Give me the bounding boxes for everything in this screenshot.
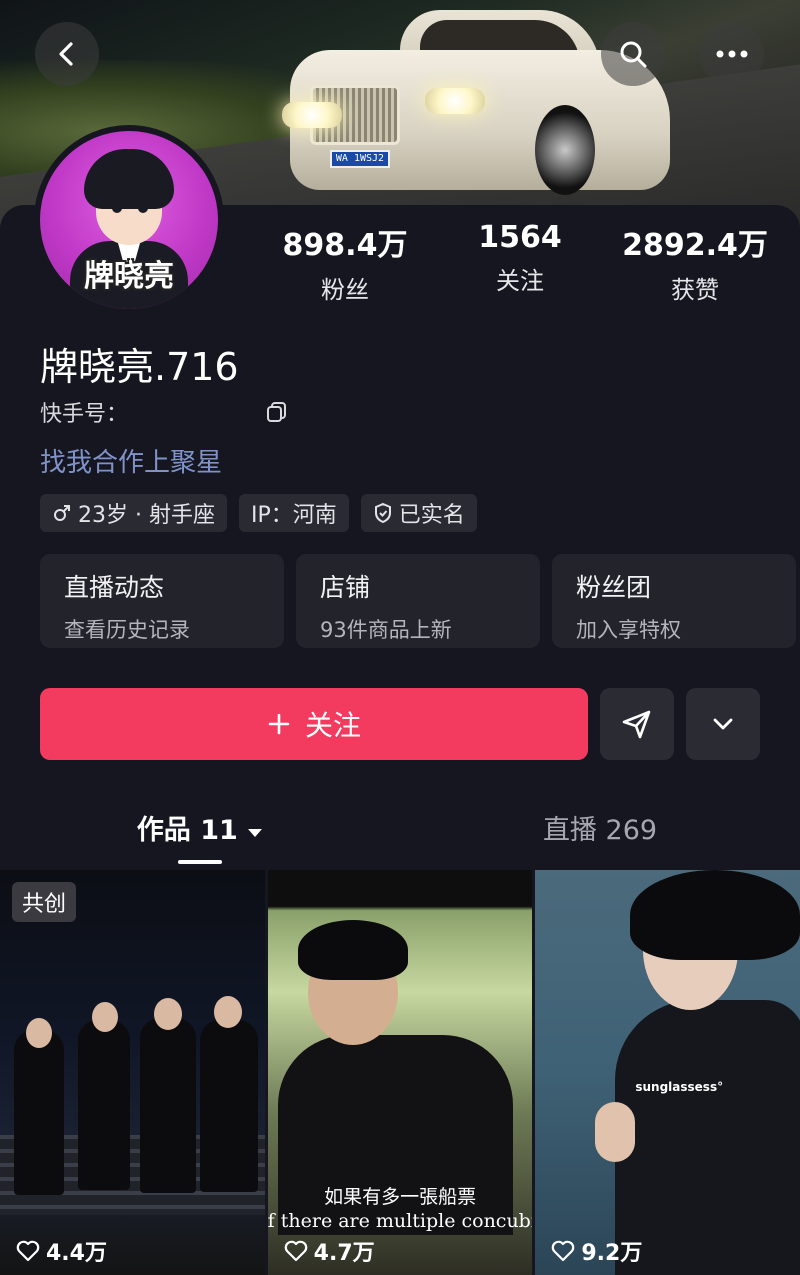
heart-icon bbox=[16, 1240, 40, 1262]
shield-check-icon bbox=[374, 502, 391, 524]
tag-age: 23岁 · 射手座 bbox=[40, 494, 227, 532]
heart-icon bbox=[284, 1240, 307, 1262]
card-subtitle: 查看历史记录 bbox=[64, 618, 190, 642]
card-fan-club[interactable]: 粉丝团 加入享特权 bbox=[552, 554, 796, 648]
stat-value: 1564 bbox=[478, 220, 562, 255]
card-title: 直播动态 bbox=[64, 573, 165, 602]
video-thumbnail[interactable]: 如果有多一張船票 f there are multiple concubine … bbox=[267, 870, 533, 1275]
tag-verified: 已实名 bbox=[360, 494, 477, 532]
like-count: 4.4万 bbox=[16, 1235, 107, 1267]
caret-down-icon bbox=[248, 829, 263, 837]
more-button[interactable] bbox=[700, 22, 764, 86]
stat-label: 粉丝 bbox=[321, 276, 369, 304]
stat-following[interactable]: 1564 关注 bbox=[435, 220, 605, 305]
chevron-left-icon bbox=[59, 42, 73, 66]
search-icon bbox=[620, 41, 647, 68]
like-count-text: 9.2万 bbox=[581, 1241, 643, 1266]
kuaishou-id-label: 快手号： bbox=[40, 402, 129, 427]
follow-label: 关注 bbox=[304, 709, 361, 742]
card-shop[interactable]: 店铺 93件商品上新 bbox=[296, 554, 540, 648]
copy-icon[interactable] bbox=[266, 401, 288, 423]
stat-label: 关注 bbox=[496, 267, 544, 295]
active-tab-indicator bbox=[178, 860, 222, 864]
card-subtitle: 93件商品上新 bbox=[320, 618, 452, 642]
like-count: 9.2万 bbox=[551, 1235, 642, 1267]
stat-label: 获赞 bbox=[671, 276, 719, 304]
feature-cards: 直播动态 查看历史记录 店铺 93件商品上新 粉丝团 加入享特权 bbox=[40, 554, 796, 648]
masked-id bbox=[138, 402, 258, 422]
video-subtitle-en: f there are multiple concubine bbox=[267, 1210, 533, 1232]
plus-icon bbox=[268, 713, 290, 735]
chevron-down-icon bbox=[713, 718, 733, 730]
stat-value: 898.4万 bbox=[282, 228, 408, 263]
tab-works-label: 作品 11 bbox=[136, 815, 238, 846]
license-plate: WA 1WSJ2 bbox=[330, 150, 390, 168]
tag-ip-text: IP：河南 bbox=[250, 503, 337, 528]
content-tabs: 作品 11 直播 269 bbox=[0, 808, 800, 870]
video-subtitle-cn: 如果有多一張船票 bbox=[324, 1186, 477, 1208]
tag-age-text: 23岁 · 射手座 bbox=[78, 503, 215, 528]
card-title: 粉丝团 bbox=[576, 573, 652, 602]
kuaishou-id: 快手号： bbox=[40, 396, 288, 428]
like-count-text: 4.4万 bbox=[46, 1241, 107, 1266]
username: 牌晓亮.716 bbox=[40, 345, 239, 389]
back-button[interactable] bbox=[35, 22, 99, 86]
video-thumbnail[interactable]: sunglassess° 9.2万 bbox=[535, 870, 800, 1275]
like-count-text: 4.7万 bbox=[313, 1241, 375, 1266]
more-dots-icon bbox=[716, 50, 748, 58]
tab-live[interactable]: 直播 269 bbox=[400, 808, 800, 870]
follow-button[interactable]: 关注 bbox=[40, 688, 588, 760]
profile-stats: 898.4万 粉丝 1564 关注 2892.4万 获赞 bbox=[260, 220, 780, 305]
action-bar: 关注 bbox=[40, 688, 760, 760]
message-button[interactable] bbox=[600, 688, 674, 760]
send-icon bbox=[622, 710, 651, 739]
tab-live-label: 直播 269 bbox=[542, 815, 658, 846]
card-live-history[interactable]: 直播动态 查看历史记录 bbox=[40, 554, 284, 648]
avatar[interactable]: 牌晓亮 bbox=[34, 125, 224, 315]
video-grid: 共创 4.4万 如果有多一張船票 f there are multiple co… bbox=[0, 870, 800, 1275]
co-create-badge: 共创 bbox=[12, 882, 77, 922]
male-icon bbox=[54, 505, 70, 521]
like-count: 4.7万 bbox=[284, 1235, 375, 1267]
tag-ip: IP：河南 bbox=[238, 494, 349, 532]
stat-likes[interactable]: 2892.4万 获赞 bbox=[610, 220, 780, 305]
search-button[interactable] bbox=[601, 22, 665, 86]
video-thumbnail[interactable]: 共创 4.4万 bbox=[0, 870, 265, 1275]
collab-link[interactable]: 找我合作上聚星 bbox=[40, 442, 222, 479]
avatar-name-text: 牌晓亮 bbox=[84, 259, 174, 294]
video-overlay-text: sunglassess° bbox=[635, 1080, 724, 1094]
heart-icon bbox=[552, 1240, 575, 1262]
expand-button[interactable] bbox=[686, 688, 760, 760]
profile-tags: 23岁 · 射手座 IP：河南 已实名 bbox=[40, 494, 477, 532]
stat-value: 2892.4万 bbox=[622, 228, 768, 263]
card-title: 店铺 bbox=[320, 573, 371, 602]
stat-fans[interactable]: 898.4万 粉丝 bbox=[260, 220, 430, 305]
tag-verified-text: 已实名 bbox=[398, 503, 465, 528]
card-subtitle: 加入享特权 bbox=[576, 618, 681, 642]
tab-works[interactable]: 作品 11 bbox=[0, 808, 400, 870]
